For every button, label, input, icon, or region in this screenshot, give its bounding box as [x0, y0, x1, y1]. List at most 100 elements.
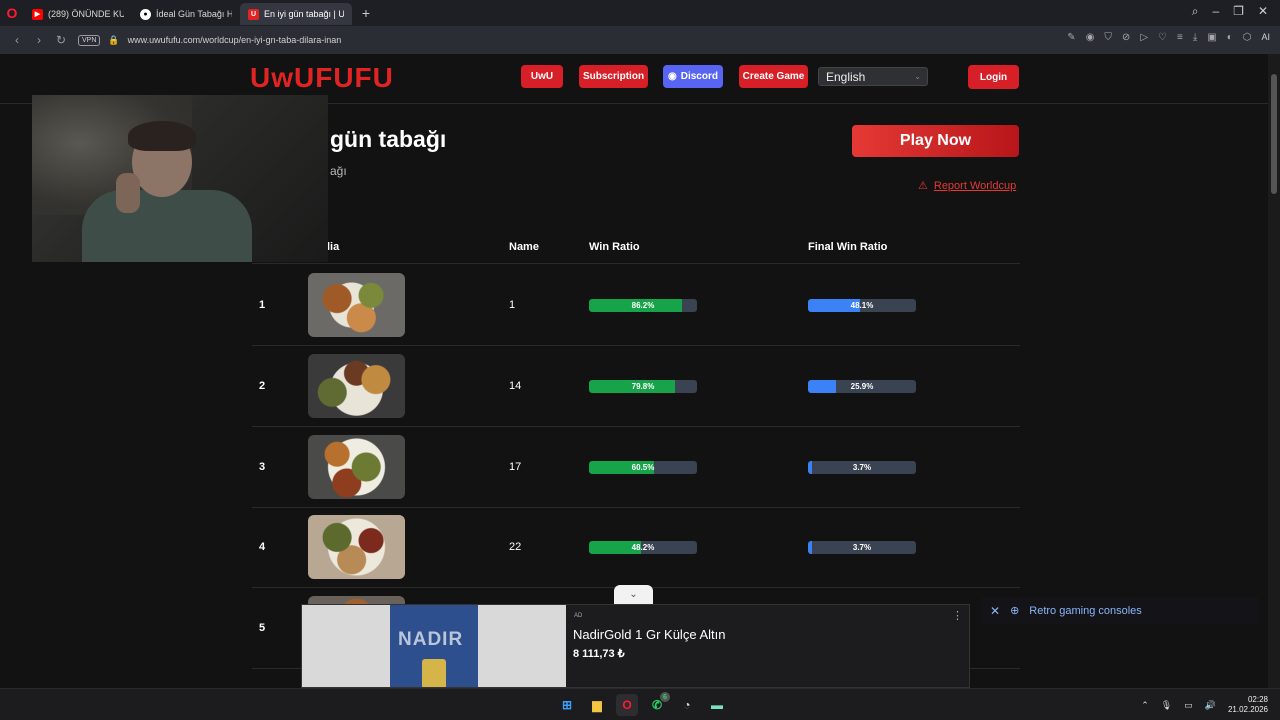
- player-icon[interactable]: ▷: [1140, 32, 1148, 43]
- gold-bar-image: [422, 659, 446, 687]
- heart-icon[interactable]: ♡: [1158, 32, 1167, 43]
- bottom-ad-banner[interactable]: NADIR AD NadirGold 1 Gr Külçe Altın 8 11…: [301, 604, 970, 688]
- language-select[interactable]: English ⌄: [818, 67, 928, 86]
- ad-image[interactable]: NADIR: [302, 605, 566, 687]
- close-button[interactable]: ✕: [1258, 4, 1268, 19]
- date: 21.02.2026: [1227, 705, 1268, 714]
- back-icon[interactable]: ‹: [6, 33, 28, 47]
- worldcup-title: gün tabağı: [330, 126, 447, 152]
- edit-icon[interactable]: ✎: [1067, 32, 1075, 43]
- name-header: Name: [509, 241, 539, 253]
- site-logo[interactable]: UwUFUFU: [250, 62, 394, 94]
- tab-label: (289) ÖNÜNDE KUYRUK O: [48, 9, 124, 19]
- report-worldcup-link[interactable]: ⚠ Report Worldcup: [918, 179, 1017, 193]
- opera-browser-icon[interactable]: O: [616, 694, 638, 716]
- win-ratio-bar: 86.2%: [589, 299, 697, 312]
- menu-icon[interactable]: ≡: [1177, 32, 1183, 43]
- play-now-button[interactable]: Play Now: [852, 125, 1019, 157]
- final-win-ratio-header: Final Win Ratio: [808, 241, 888, 253]
- browser-tab-bar: O ▶ (289) ÖNÜNDE KUYRUK O ● İdeal Gün Ta…: [0, 0, 1280, 26]
- side-ad[interactable]: ✕ ⊕ Retro gaming consoles: [982, 597, 1258, 624]
- volume-icon[interactable]: 🔊: [1205, 700, 1216, 711]
- profile-avatar[interactable]: ▣: [1207, 32, 1216, 43]
- microphone-icon[interactable]: 🎙: [1161, 700, 1172, 711]
- more-options-icon[interactable]: ⋮: [952, 609, 963, 622]
- address-bar-tools: ✎ ◉ ⛉ ⊘ ▷ ♡ ≡ ⤓ ▣ ◐ ⬡ AI: [1067, 32, 1270, 43]
- final-win-ratio-bar: 3.7%: [808, 461, 916, 474]
- discord-button[interactable]: ◉ Discord: [663, 65, 723, 88]
- tab-uwufufu[interactable]: U En iyi gün tabağı | UwUFU: [240, 3, 352, 25]
- rank: 3: [259, 461, 266, 473]
- table-row[interactable]: 3 17 60.5% 3.7%: [252, 427, 1020, 508]
- cube-icon[interactable]: ⬡: [1243, 32, 1252, 43]
- chevron-up-icon[interactable]: ⌃: [1141, 700, 1149, 711]
- camera-icon[interactable]: ◉: [1086, 32, 1095, 43]
- clock[interactable]: 02:28 21.02.2026: [1228, 695, 1268, 715]
- tab-chat[interactable]: ● İdeal Gün Tabağı Hazırla 🥘: [132, 3, 240, 25]
- food-thumbnail[interactable]: [308, 354, 405, 418]
- item-name: 22: [509, 541, 522, 553]
- worldcup-description: ağı: [330, 164, 347, 178]
- alarm-icon: ⚠: [918, 180, 928, 192]
- download-icon[interactable]: ⤓: [1193, 32, 1197, 43]
- discord-label: Discord: [680, 71, 718, 82]
- ad-title[interactable]: NadirGold 1 Gr Külçe Altın: [573, 627, 725, 642]
- chat-icon: ●: [140, 8, 151, 20]
- table-row[interactable]: 4 22 48.2% 3.7%: [252, 507, 1020, 588]
- final-win-ratio-bar: 48.1%: [808, 299, 916, 312]
- food-thumbnail[interactable]: [308, 515, 405, 579]
- adblock-icon[interactable]: ⊘: [1122, 32, 1130, 43]
- win-ratio-value: 79.8%: [631, 382, 655, 391]
- file-explorer-icon[interactable]: ▆: [586, 694, 608, 716]
- youtube-icon: ▶: [32, 8, 43, 20]
- win-ratio-header: Win Ratio: [589, 241, 640, 253]
- windows-start-icon[interactable]: ⊞: [556, 694, 578, 716]
- whatsapp-icon[interactable]: ✆ 6: [646, 692, 670, 716]
- final-win-ratio-value: 25.9%: [850, 382, 874, 391]
- ad-tag: AD: [574, 613, 583, 619]
- tab-youtube[interactable]: ▶ (289) ÖNÜNDE KUYRUK O: [24, 3, 132, 25]
- restore-button[interactable]: ❐: [1233, 4, 1244, 19]
- opera-logo-icon[interactable]: O: [0, 0, 24, 26]
- login-button[interactable]: Login: [968, 65, 1019, 89]
- table-row[interactable]: 2 14 79.8% 25.9%: [252, 346, 1020, 427]
- vpn-badge[interactable]: VPN: [78, 34, 101, 46]
- tab-label: İdeal Gün Tabağı Hazırla 🥘: [156, 8, 232, 19]
- item-name: 17: [509, 461, 522, 473]
- food-thumbnail[interactable]: [308, 435, 405, 499]
- reload-icon[interactable]: ↻: [50, 33, 72, 47]
- report-label: Report Worldcup: [933, 179, 1017, 192]
- new-tab-button[interactable]: +: [356, 3, 376, 23]
- window-controls: ⌕ – ❐ ✕: [1192, 4, 1268, 19]
- table-row[interactable]: 1 1 86.2% 48.1%: [252, 265, 1020, 346]
- item-name: 1: [509, 299, 516, 311]
- terminal-icon[interactable]: ▬: [706, 694, 728, 716]
- tab-label: En iyi gün tabağı | UwUFU: [264, 9, 344, 19]
- webcam-overlay: [32, 95, 328, 262]
- notification-badge: 6: [660, 692, 670, 702]
- rank: 4: [259, 541, 266, 553]
- ad-collapse-button[interactable]: ⌄: [614, 585, 653, 604]
- close-icon[interactable]: ✕: [990, 604, 1000, 618]
- page-scrollbar[interactable]: [1268, 54, 1280, 688]
- shield-icon[interactable]: ⛉: [1104, 32, 1112, 43]
- side-ad-label[interactable]: Retro gaming consoles: [1029, 605, 1142, 617]
- minimize-button[interactable]: –: [1212, 4, 1219, 19]
- food-thumbnail[interactable]: [308, 273, 405, 337]
- uwu-button[interactable]: UwU: [521, 65, 563, 88]
- ad-brand-logo: NADIR: [398, 629, 464, 650]
- subscription-button[interactable]: Subscription: [579, 65, 648, 88]
- chevron-down-icon: ⌄: [914, 72, 921, 81]
- url-field[interactable]: www.uwufufu.com/worldcup/en-iyi-gn-taba-…: [128, 35, 342, 45]
- ai-button[interactable]: AI: [1261, 32, 1270, 43]
- create-game-button[interactable]: Create Game: [739, 65, 808, 88]
- speedtest-icon[interactable]: ◔: [676, 694, 698, 716]
- search-icon[interactable]: ⌕: [1192, 4, 1199, 19]
- discord-icon: ◉: [668, 71, 677, 82]
- extension-icon[interactable]: ◐: [1227, 32, 1233, 43]
- rank: 1: [259, 299, 266, 311]
- display-icon[interactable]: ▭: [1184, 700, 1193, 711]
- lock-icon[interactable]: 🔒: [108, 35, 119, 46]
- taskbar-apps: ⊞ ▆ O ✆ 6 ◔ ▬: [556, 692, 728, 716]
- forward-icon[interactable]: ›: [28, 33, 50, 47]
